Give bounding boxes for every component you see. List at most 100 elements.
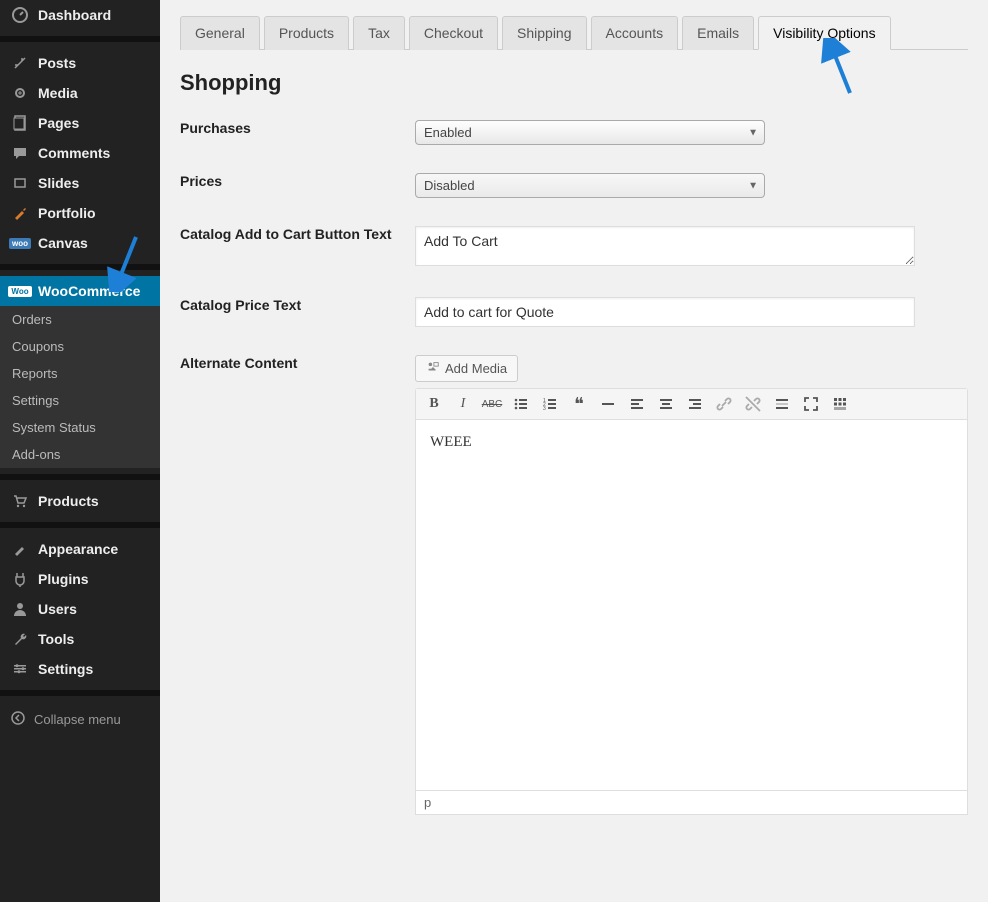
sidebar-label: Settings — [38, 661, 93, 677]
tab-visibility-options[interactable]: Visibility Options — [758, 16, 890, 50]
dashboard-icon — [10, 7, 30, 23]
editor-quote-button[interactable]: ❝ — [565, 391, 593, 417]
tab-shipping[interactable]: Shipping — [502, 16, 587, 50]
sidebar-label: Users — [38, 601, 77, 617]
sidebar-item-posts[interactable]: Posts — [0, 48, 160, 78]
sidebar-label: Media — [38, 85, 78, 101]
editor-unlink-button[interactable] — [739, 391, 767, 417]
wysiwyg-editor: B I ABC 123 ❝ — [415, 388, 968, 791]
sidebar-item-tools[interactable]: Tools — [0, 624, 160, 654]
tabs-nav: General Products Tax Checkout Shipping A… — [180, 0, 968, 50]
sidebar-sub-system-status[interactable]: System Status — [0, 414, 160, 441]
label-alternate: Alternate Content — [180, 355, 415, 371]
sidebar-label: WooCommerce — [38, 283, 140, 299]
sidebar-item-pages[interactable]: Pages — [0, 108, 160, 138]
sidebar-item-products[interactable]: Products — [0, 486, 160, 516]
field-purchases: Purchases Enabled ▼ — [180, 120, 968, 145]
cart-icon — [10, 493, 30, 509]
collapse-label: Collapse menu — [34, 712, 121, 727]
editor-fullscreen-button[interactable] — [797, 391, 825, 417]
label-prices: Prices — [180, 173, 415, 189]
label-purchases: Purchases — [180, 120, 415, 136]
sidebar-item-media[interactable]: Media — [0, 78, 160, 108]
tab-checkout[interactable]: Checkout — [409, 16, 498, 50]
editor-link-button[interactable] — [710, 391, 738, 417]
chevron-down-icon: ▼ — [748, 180, 758, 191]
editor-align-right-button[interactable] — [681, 391, 709, 417]
section-title: Shopping — [180, 70, 968, 96]
sidebar-sub-orders[interactable]: Orders — [0, 306, 160, 333]
slides-icon — [10, 175, 30, 191]
sidebar-item-comments[interactable]: Comments — [0, 138, 160, 168]
editor-toolbar-toggle-button[interactable] — [826, 391, 854, 417]
editor-align-left-button[interactable] — [623, 391, 651, 417]
tab-tax[interactable]: Tax — [353, 16, 405, 50]
sidebar-separator — [0, 690, 160, 696]
editor-strike-button[interactable]: ABC — [478, 391, 506, 417]
editor-align-center-button[interactable] — [652, 391, 680, 417]
collapse-icon — [10, 710, 26, 729]
comment-icon — [10, 145, 30, 161]
sidebar-item-woocommerce[interactable]: Woo WooCommerce — [0, 276, 160, 306]
sidebar-item-appearance[interactable]: Appearance — [0, 534, 160, 564]
textarea-catalog-btn[interactable] — [415, 226, 915, 266]
tab-products[interactable]: Products — [264, 16, 349, 50]
add-media-button[interactable]: Add Media — [415, 355, 518, 382]
sidebar-item-settings[interactable]: Settings — [0, 654, 160, 684]
sidebar-item-dashboard[interactable]: Dashboard — [0, 0, 160, 30]
sidebar-item-canvas[interactable]: woo Canvas — [0, 228, 160, 258]
sidebar-sub-coupons[interactable]: Coupons — [0, 333, 160, 360]
select-purchases[interactable]: Enabled ▼ — [415, 120, 765, 145]
sidebar-sub-addons[interactable]: Add-ons — [0, 441, 160, 468]
canvas-icon: woo — [10, 238, 30, 249]
sidebar-item-slides[interactable]: Slides — [0, 168, 160, 198]
sidebar-label: Pages — [38, 115, 79, 131]
sidebar-label: Comments — [38, 145, 110, 161]
editor-hr-button[interactable] — [594, 391, 622, 417]
woo-icon: Woo — [10, 286, 30, 297]
editor-content-area[interactable]: WEEE — [416, 420, 967, 790]
sidebar-sub-reports[interactable]: Reports — [0, 360, 160, 387]
sidebar-separator — [0, 264, 160, 270]
sidebar-item-plugins[interactable]: Plugins — [0, 564, 160, 594]
label-catalog-btn: Catalog Add to Cart Button Text — [180, 226, 415, 242]
add-media-label: Add Media — [445, 361, 507, 376]
media-icon — [426, 360, 440, 377]
editor-toolbar: B I ABC 123 ❝ — [416, 389, 967, 420]
field-catalog-btn-text: Catalog Add to Cart Button Text — [180, 226, 968, 269]
sidebar-separator — [0, 36, 160, 42]
tab-emails[interactable]: Emails — [682, 16, 754, 50]
editor-bold-button[interactable]: B — [420, 391, 448, 417]
plugin-icon — [10, 571, 30, 587]
sidebar-label: Portfolio — [38, 205, 96, 221]
select-prices[interactable]: Disabled ▼ — [415, 173, 765, 198]
tab-accounts[interactable]: Accounts — [591, 16, 679, 50]
sidebar-item-users[interactable]: Users — [0, 594, 160, 624]
sidebar-separator — [0, 522, 160, 528]
editor-ol-button[interactable]: 123 — [536, 391, 564, 417]
sidebar-label: Slides — [38, 175, 79, 191]
tab-general[interactable]: General — [180, 16, 260, 50]
editor-italic-button[interactable]: I — [449, 391, 477, 417]
field-alternate-content: Alternate Content Add Media B I ABC 123 — [180, 355, 968, 815]
user-icon — [10, 601, 30, 617]
wrench-icon — [10, 631, 30, 647]
media-icon — [10, 85, 30, 101]
sidebar-collapse[interactable]: Collapse menu — [0, 702, 160, 737]
sidebar-label: Appearance — [38, 541, 118, 557]
input-catalog-price[interactable] — [415, 297, 915, 327]
editor-ul-button[interactable] — [507, 391, 535, 417]
pin-icon — [10, 55, 30, 71]
select-value: Disabled — [424, 178, 475, 193]
editor-more-button[interactable] — [768, 391, 796, 417]
field-catalog-price-text: Catalog Price Text — [180, 297, 968, 327]
field-prices: Prices Disabled ▼ — [180, 173, 968, 198]
sidebar-sub-settings[interactable]: Settings — [0, 387, 160, 414]
sidebar-item-portfolio[interactable]: Portfolio — [0, 198, 160, 228]
svg-text:3: 3 — [543, 406, 546, 412]
admin-sidebar: Dashboard Posts Media Pages Comments Sli… — [0, 0, 160, 902]
main-content: General Products Tax Checkout Shipping A… — [160, 0, 988, 902]
page-icon — [10, 115, 30, 131]
editor-status-bar: p — [415, 791, 968, 815]
sidebar-label: Plugins — [38, 571, 89, 587]
